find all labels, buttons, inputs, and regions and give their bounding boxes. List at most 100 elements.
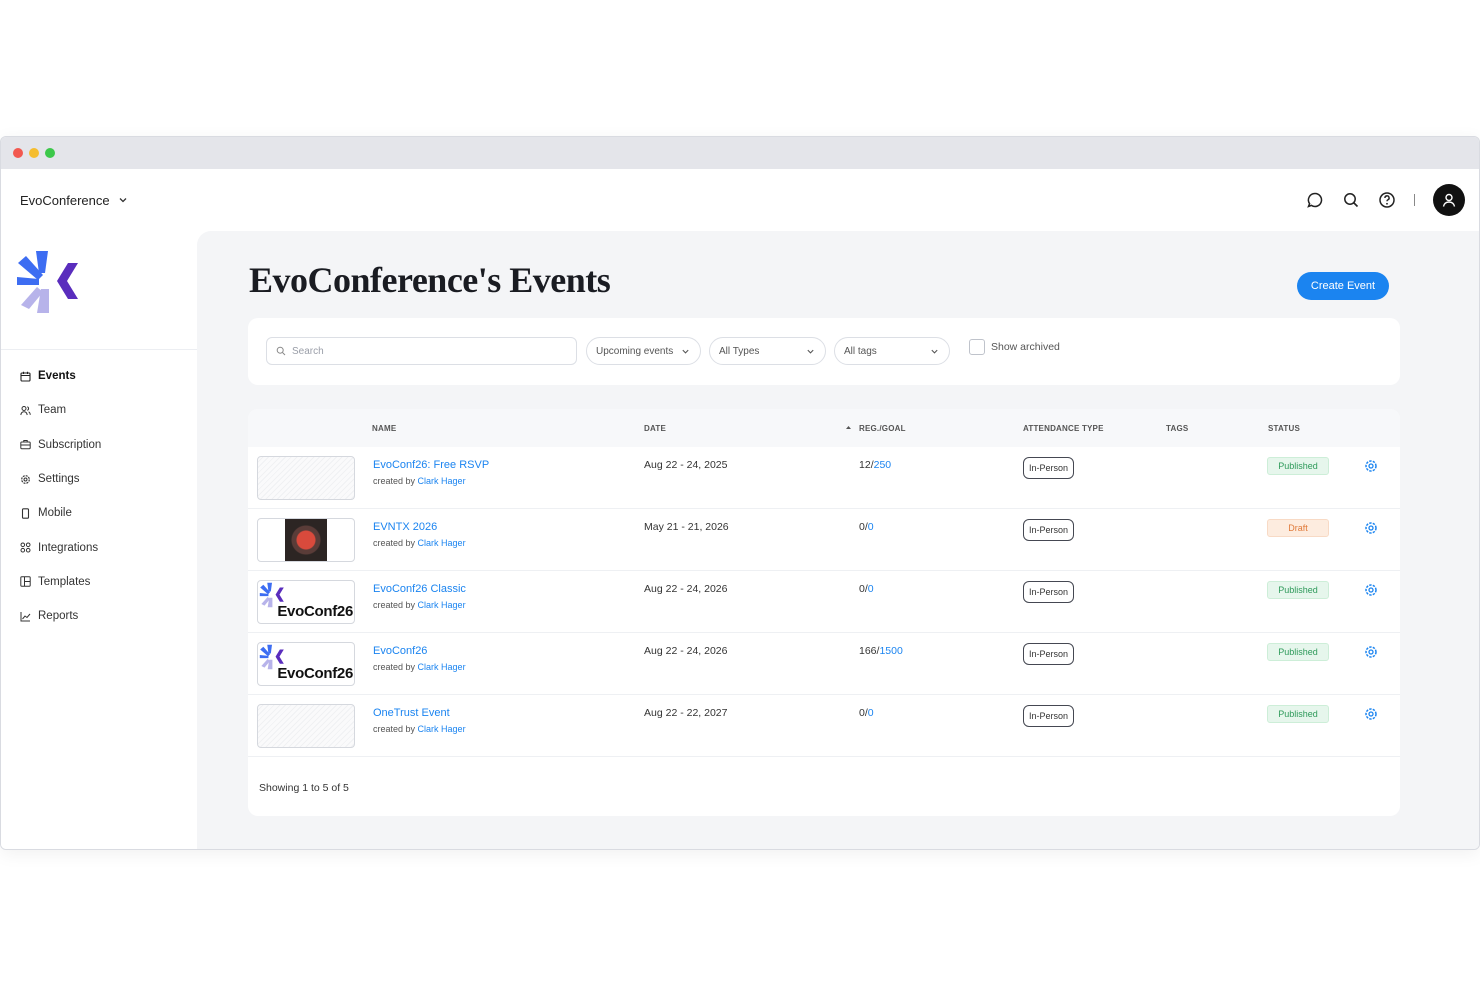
when-select-value: Upcoming events (596, 345, 674, 357)
column-header-reg-goal[interactable]: REG./GOAL (859, 424, 906, 433)
event-date: Aug 22 - 24, 2026 (644, 645, 728, 657)
sidebar-divider (1, 349, 197, 350)
search-input[interactable] (292, 345, 562, 357)
sidebar-item-label: Settings (38, 473, 80, 486)
tags-select-value: All tags (844, 345, 877, 357)
column-header-name[interactable]: NAME (372, 424, 396, 433)
creator-link[interactable]: Clark Hager (418, 724, 466, 734)
event-reg-goal: 12/250 (859, 459, 892, 471)
creator-link[interactable]: Clark Hager (418, 476, 466, 486)
search-icon[interactable] (1342, 191, 1360, 209)
sidebar-item-mobile[interactable]: Mobile (1, 496, 197, 530)
gear-icon[interactable] (1364, 645, 1378, 659)
filter-bar: Upcoming events All Types All tags Show … (248, 318, 1400, 385)
gear-icon[interactable] (1364, 583, 1378, 597)
event-name-link[interactable]: EvoConf26 (373, 645, 427, 657)
sort-asc-icon[interactable] (845, 424, 852, 431)
template-icon (20, 576, 31, 588)
chevron-down-icon (931, 349, 938, 354)
gear-icon[interactable] (1364, 521, 1378, 535)
browser-window: EvoConference Events Team Subscription S… (0, 136, 1480, 850)
status-badge: Published (1267, 457, 1329, 475)
event-creator: created by Clark Hager (373, 600, 466, 610)
column-header-tags[interactable]: TAGS (1166, 424, 1188, 433)
sidebar-item-label: Subscription (38, 438, 102, 451)
when-select[interactable]: Upcoming events (586, 337, 701, 365)
table-row[interactable]: OneTrust Event created by Clark Hager Au… (248, 695, 1400, 757)
gear-icon (21, 474, 30, 484)
gear-icon[interactable] (1364, 707, 1378, 721)
sidebar-item-settings[interactable]: Settings (1, 462, 197, 496)
goal-count[interactable]: 250 (874, 459, 892, 471)
minimize-window-dot[interactable] (29, 148, 39, 158)
event-creator: created by Clark Hager (373, 662, 466, 672)
created-by-prefix: created by (373, 476, 416, 486)
status-badge: Draft (1267, 519, 1329, 537)
user-icon (1442, 193, 1456, 207)
create-event-button[interactable]: Create Event (1297, 272, 1389, 300)
briefcase-icon (20, 440, 31, 450)
tags-select[interactable]: All tags (834, 337, 950, 365)
column-header-date[interactable]: DATE (644, 424, 666, 433)
event-thumbnail[interactable]: EvoConf26 (257, 642, 355, 686)
sidebar-item-label: Team (38, 404, 67, 417)
sidebar-item-team[interactable]: Team (1, 393, 197, 427)
search-box (266, 337, 577, 365)
chat-icon[interactable] (1306, 191, 1324, 209)
show-archived-toggle[interactable]: Show archived (969, 339, 1060, 355)
event-photo (285, 519, 327, 561)
sidebar-item-reports[interactable]: Reports (1, 599, 197, 633)
event-name-link[interactable]: EVNTX 2026 (373, 521, 437, 533)
creator-link[interactable]: Clark Hager (418, 600, 466, 610)
creator-link[interactable]: Clark Hager (418, 538, 466, 548)
event-name-link[interactable]: EvoConf26 Classic (373, 583, 466, 595)
org-switcher[interactable]: EvoConference (20, 193, 128, 208)
goal-count[interactable]: 1500 (879, 645, 902, 657)
table-row[interactable]: EVNTX 2026 created by Clark Hager May 21… (248, 509, 1400, 571)
table-header: NAME DATE REG./GOAL ATTENDANCE TYPE TAGS… (248, 409, 1400, 447)
user-avatar[interactable] (1433, 184, 1465, 216)
reg-count: 0 (859, 521, 865, 533)
chart-icon (20, 611, 31, 622)
sidebar-item-label: Reports (38, 610, 79, 623)
thumbnail-brand-text: EvoConf26 (277, 665, 353, 682)
chevron-down-icon (119, 198, 127, 203)
close-window-dot[interactable] (13, 148, 23, 158)
sidebar-item-events[interactable]: Events (1, 359, 197, 393)
table-row[interactable]: EvoConf26: Free RSVP created by Clark Ha… (248, 447, 1400, 509)
table-row[interactable]: EvoConf26 EvoConf26 Classic created by C… (248, 571, 1400, 633)
grid-icon (20, 542, 31, 553)
maximize-window-dot[interactable] (45, 148, 55, 158)
chevron-down-icon (807, 349, 814, 354)
search-icon (276, 346, 286, 356)
event-thumbnail[interactable]: EvoConf26 (257, 580, 355, 624)
event-name-link[interactable]: EvoConf26: Free RSVP (373, 459, 489, 471)
types-select[interactable]: All Types (709, 337, 826, 365)
reg-count: 0 (859, 583, 865, 595)
goal-count[interactable]: 0 (868, 521, 874, 533)
sidebar-item-integrations[interactable]: Integrations (1, 530, 197, 564)
event-thumbnail[interactable] (257, 518, 355, 562)
event-thumbnail[interactable] (257, 456, 355, 500)
event-date: May 21 - 21, 2026 (644, 521, 729, 533)
goal-count[interactable]: 0 (868, 583, 874, 595)
column-header-attendance[interactable]: ATTENDANCE TYPE (1023, 424, 1104, 433)
help-icon[interactable] (1378, 191, 1396, 209)
attendance-badge: In-Person (1023, 643, 1075, 665)
events-table: NAME DATE REG./GOAL ATTENDANCE TYPE TAGS… (248, 409, 1400, 816)
status-badge: Published (1267, 581, 1329, 599)
evo-logo-icon (17, 251, 78, 313)
users-icon (20, 405, 31, 416)
creator-link[interactable]: Clark Hager (418, 662, 466, 672)
sidebar-item-subscription[interactable]: Subscription (1, 428, 197, 462)
sidebar-item-templates[interactable]: Templates (1, 565, 197, 599)
event-thumbnail[interactable] (257, 704, 355, 748)
show-archived-checkbox[interactable] (969, 339, 985, 355)
column-header-status[interactable]: STATUS (1268, 424, 1300, 433)
pagination-summary: Showing 1 to 5 of 5 (259, 782, 349, 794)
table-row[interactable]: EvoConf26 EvoConf26 created by Clark Hag… (248, 633, 1400, 695)
event-name-link[interactable]: OneTrust Event (373, 707, 450, 719)
gear-icon[interactable] (1364, 459, 1378, 473)
goal-count[interactable]: 0 (868, 707, 874, 719)
sidebar-item-label: Mobile (38, 507, 72, 520)
